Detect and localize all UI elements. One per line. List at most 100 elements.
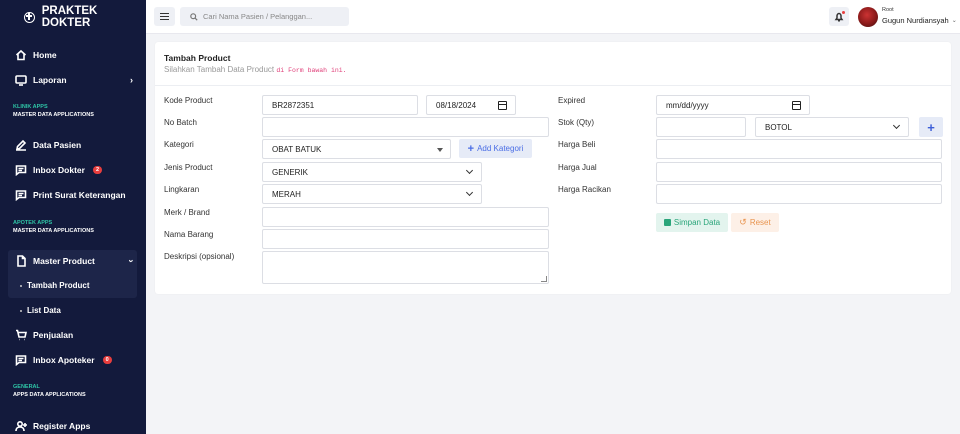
sidebar-item-home[interactable]: Home — [15, 47, 57, 63]
notification-dot — [842, 11, 845, 14]
notification-button[interactable] — [829, 7, 849, 26]
edit-icon — [15, 139, 27, 151]
hamburger-menu-button[interactable] — [154, 7, 175, 26]
merk-brand-input[interactable] — [262, 207, 549, 227]
search-box[interactable] — [180, 7, 349, 26]
simpan-data-button[interactable]: Simpan Data — [656, 213, 728, 232]
lingkaran-select[interactable]: MERAH — [262, 184, 482, 204]
calendar-icon[interactable] — [498, 101, 507, 110]
harga-racikan-input[interactable] — [656, 184, 942, 204]
home-icon — [15, 49, 27, 61]
section-subtitle: MASTER DATA APPLICATIONS — [13, 111, 94, 118]
harga-beli-input[interactable] — [656, 139, 942, 159]
sidebar-item-laporan[interactable]: Laporan › — [15, 72, 133, 88]
jenis-product-value: GENERIK — [272, 167, 309, 177]
card-header: Tambah Product Silahkan Tambah Data Prod… — [155, 42, 951, 86]
satuan-select[interactable]: BOTOL — [755, 117, 909, 137]
search-input[interactable] — [203, 12, 343, 21]
kode-product-input[interactable]: BR2872351 — [262, 95, 418, 115]
topbar: Root Gugun Nurdiansyah ⌄ — [146, 0, 960, 34]
undo-icon: ↺ — [739, 217, 747, 227]
deskripsi-textarea[interactable] — [262, 251, 549, 284]
chevron-right-icon: › — [130, 75, 133, 85]
tanggal-value: 08/18/2024 — [436, 100, 477, 110]
sidebar-item-label: Laporan — [33, 75, 67, 85]
user-name-row: Gugun Nurdiansyah ⌄ — [882, 16, 957, 25]
bullet-icon — [20, 309, 22, 312]
user-add-icon — [15, 420, 27, 432]
sidebar-item-inbox-dokter[interactable]: Inbox Dokter 2 — [15, 162, 103, 178]
sidebar-item-print-surat[interactable]: Print Surat Keterangan — [15, 187, 126, 203]
harga-jual-label: Harga Jual — [558, 163, 597, 172]
message-icon — [15, 189, 27, 201]
general-section-header: GENERAL APPS DATA APPLICATIONS — [13, 384, 86, 399]
jenis-product-label: Jenis Product — [164, 163, 213, 172]
sidebar-item-label: Inbox Dokter — [33, 165, 85, 175]
message-icon — [15, 164, 27, 176]
reset-button[interactable]: ↺ Reset — [731, 213, 779, 232]
sidebar-subitem-label: Tambah Product — [27, 281, 90, 290]
inbox-apoteker-count-badge: 0 — [102, 356, 112, 364]
sidebar-subitem-tambah-product[interactable]: Tambah Product — [20, 281, 90, 290]
section-subtitle: APPS DATA APPLICATIONS — [13, 391, 86, 398]
sidebar-item-label: Register Apps — [33, 421, 91, 431]
user-menu[interactable]: Root Gugun Nurdiansyah ⌄ — [882, 7, 957, 25]
message-icon — [15, 354, 27, 366]
plus-icon: + — [927, 119, 935, 135]
sidebar: PRAKTEK DOKTER Home Laporan › KLINIK APP… — [0, 0, 146, 434]
sidebar-subitem-label: List Data — [27, 306, 61, 315]
apotek-section-header: APOTEK APPS MASTER DATA APPLICATIONS — [13, 220, 94, 235]
caret-down-icon — [437, 148, 443, 152]
section-title: GENERAL — [13, 384, 40, 390]
sidebar-item-label: Master Product — [33, 256, 95, 266]
user-role: Root — [882, 7, 894, 13]
nama-barang-label: Nama Barang — [164, 230, 214, 239]
lingkaran-value: MERAH — [272, 189, 301, 199]
avatar[interactable] — [858, 7, 878, 27]
section-title: APOTEK APPS — [13, 220, 53, 226]
brand[interactable]: PRAKTEK DOKTER — [24, 5, 146, 29]
lingkaran-label: Lingkaran — [164, 185, 200, 194]
chevron-down-icon: ⌄ — [951, 18, 957, 24]
save-icon — [663, 219, 671, 226]
expired-value: mm/dd/yyyy — [666, 100, 709, 110]
kategori-value: OBAT BATUK — [272, 144, 322, 154]
kode-product-value: BR2872351 — [272, 100, 315, 110]
nama-barang-input[interactable] — [262, 229, 549, 249]
calendar-icon[interactable] — [792, 101, 801, 110]
deskripsi-label: Deskripsi (opsional) — [164, 252, 235, 261]
sidebar-item-penjualan[interactable]: Penjualan — [15, 327, 73, 343]
klinik-section-header: KLINIK APPS MASTER DATA APPLICATIONS — [13, 104, 94, 119]
jenis-product-select[interactable]: GENERIK — [262, 162, 482, 182]
merk-brand-label: Merk / Brand — [164, 208, 210, 217]
medical-cross-logo-icon — [24, 11, 35, 23]
harga-jual-input[interactable] — [656, 162, 942, 182]
section-title: KLINIK APPS — [13, 104, 48, 110]
kategori-select[interactable]: OBAT BATUK — [262, 139, 451, 159]
expired-date-input[interactable]: mm/dd/yyyy — [656, 95, 810, 115]
sidebar-item-data-pasien[interactable]: Data Pasien — [15, 137, 81, 153]
simpan-data-label: Simpan Data — [673, 218, 721, 227]
brand-name: PRAKTEK DOKTER — [41, 5, 98, 29]
resize-handle-icon[interactable] — [541, 276, 547, 282]
sidebar-subitem-list-data[interactable]: List Data — [20, 306, 61, 315]
add-satuan-button[interactable]: + — [919, 117, 943, 137]
card-subtitle: Silahkan Tambah Data Product di Form baw… — [164, 65, 347, 74]
sidebar-item-master-product[interactable]: Master Product › — [15, 253, 137, 269]
user-name: Gugun Nurdiansyah — [882, 16, 949, 25]
stok-label: Stok (Qty) — [558, 118, 595, 127]
cart-icon — [15, 329, 27, 341]
expired-label: Expired — [558, 96, 586, 105]
sidebar-item-register-apps[interactable]: Register Apps — [15, 418, 90, 434]
harga-beli-label: Harga Beli — [558, 140, 596, 149]
chevron-down-icon — [465, 166, 474, 175]
add-kategori-button[interactable]: + Add Kategori — [459, 139, 532, 158]
report-icon — [15, 74, 27, 86]
stok-input[interactable] — [656, 117, 746, 137]
card-subtitle-code: di Form bawah ini. — [276, 67, 347, 74]
harga-racikan-label: Harga Racikan — [558, 185, 611, 194]
card-title: Tambah Product — [164, 53, 231, 63]
sidebar-item-inbox-apoteker[interactable]: Inbox Apoteker 0 — [15, 352, 112, 368]
no-batch-input[interactable] — [262, 117, 549, 137]
tanggal-date-input[interactable]: 08/18/2024 — [426, 95, 516, 115]
